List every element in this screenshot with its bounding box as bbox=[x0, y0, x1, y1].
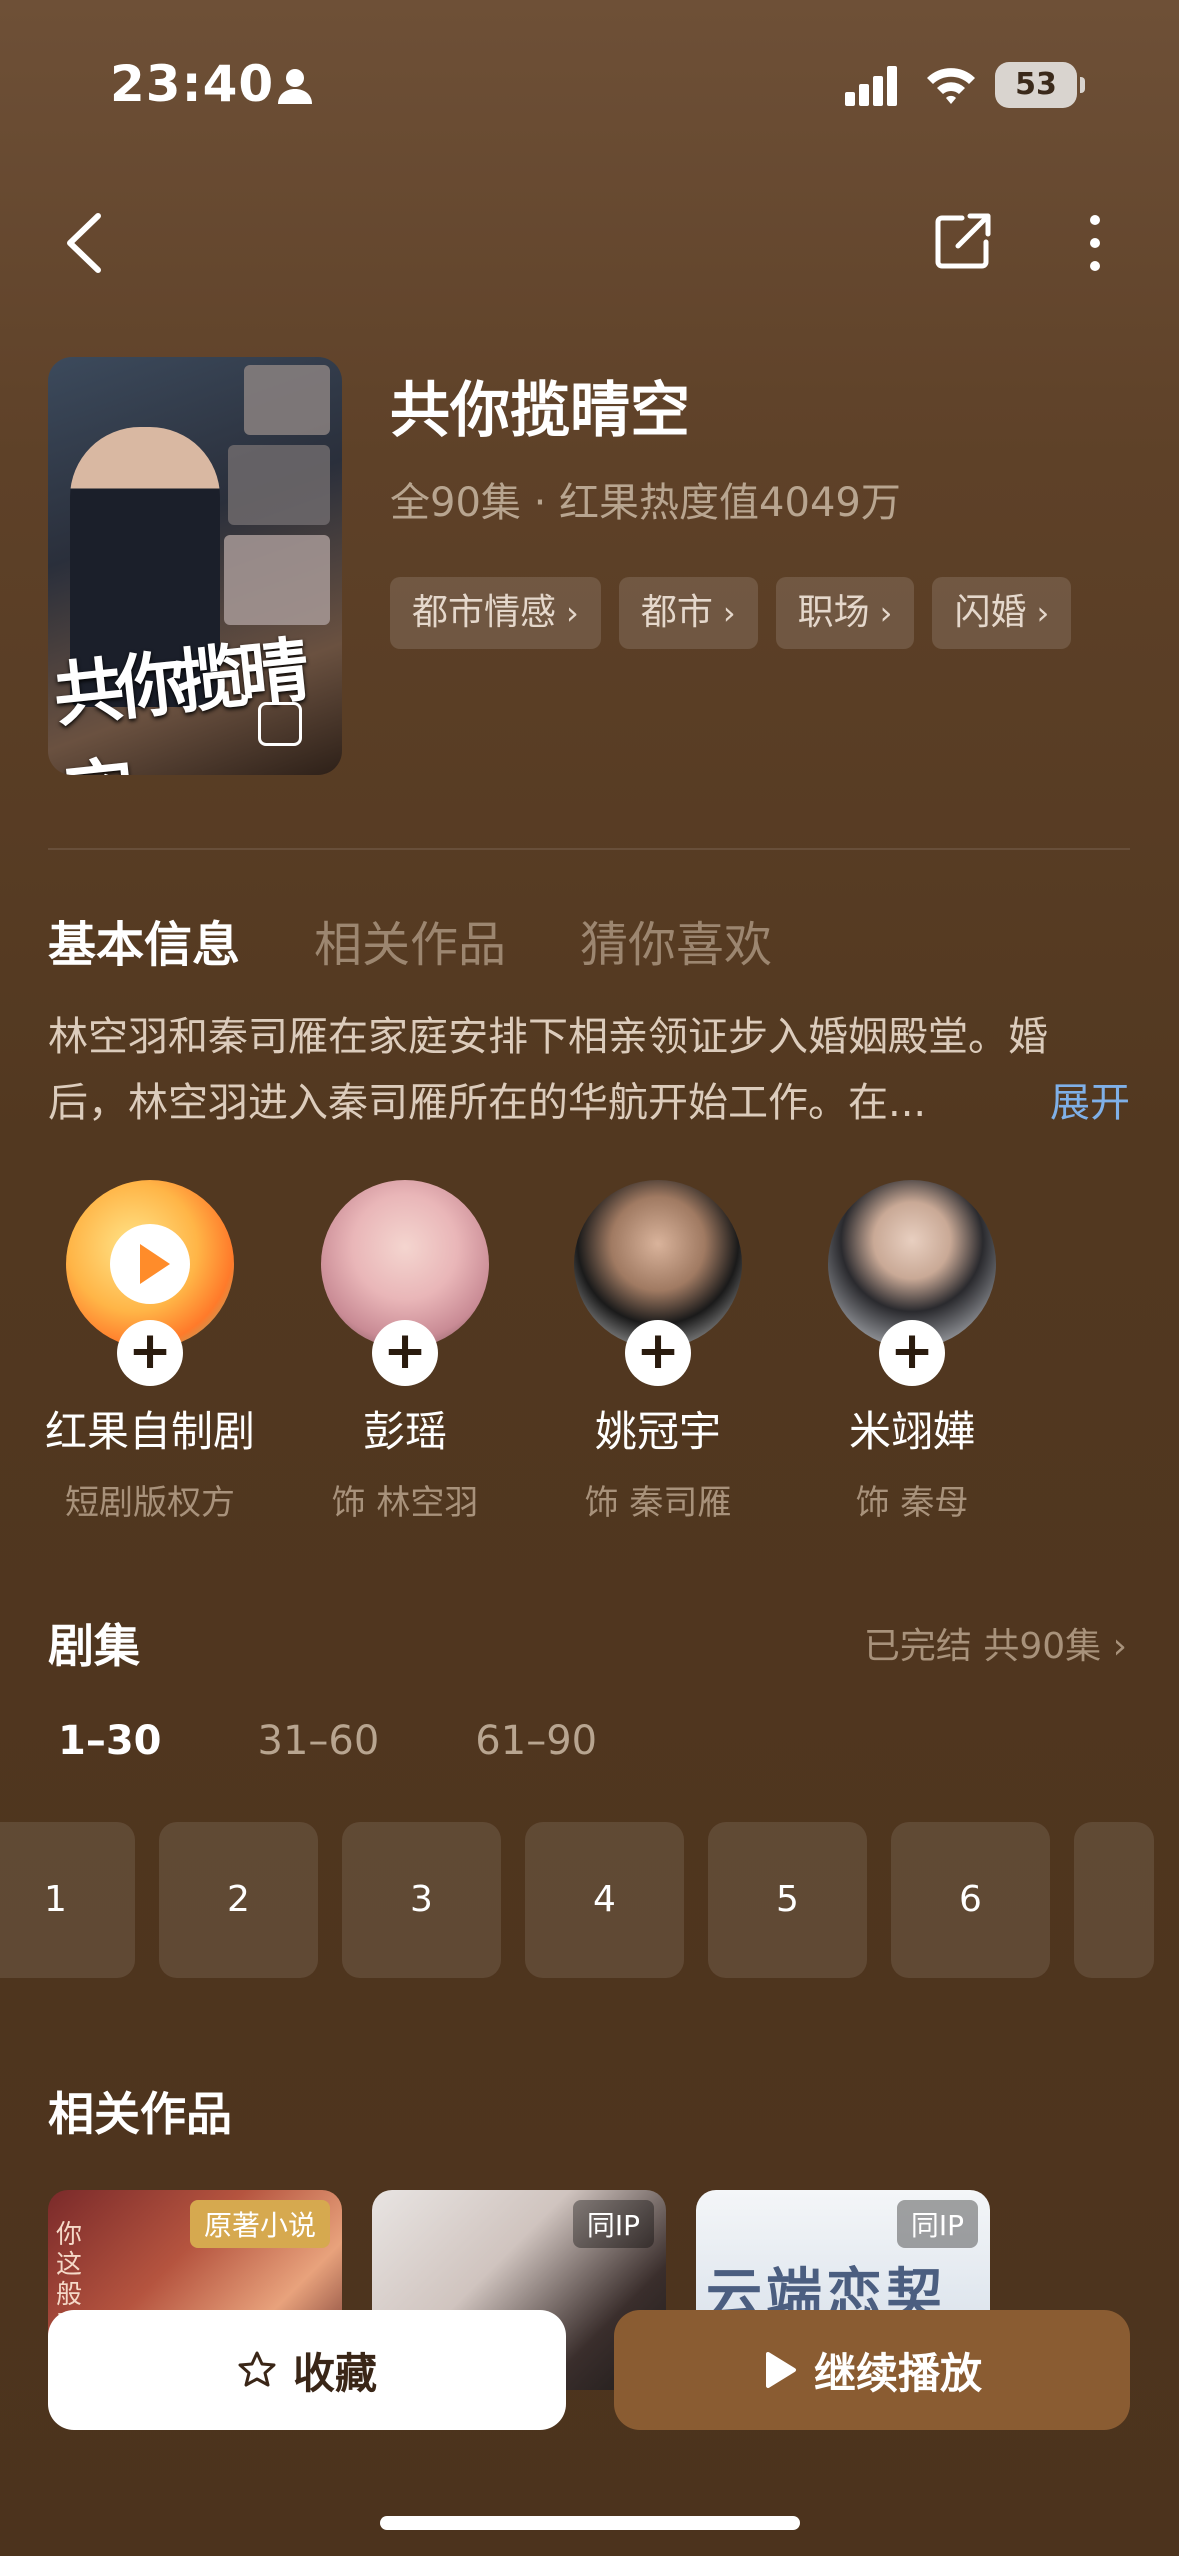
divider bbox=[48, 848, 1130, 850]
chevron-right-icon: › bbox=[879, 594, 893, 632]
tag-chip[interactable]: 都市 › bbox=[618, 577, 758, 649]
poster-panel bbox=[244, 365, 330, 435]
cast-role: 饰 秦司雁 bbox=[584, 1483, 732, 1523]
tag-label: 职场 bbox=[797, 592, 870, 633]
poster-panel bbox=[228, 445, 330, 525]
episode-button[interactable]: 5 bbox=[708, 1822, 867, 1978]
tag-label: 都市 bbox=[640, 592, 713, 633]
synopsis-line: 林空羽和秦司雁在家庭安排下相亲领证步入婚姻殿堂。婚 bbox=[48, 1014, 1048, 1060]
status-time: 23:40 bbox=[110, 55, 275, 113]
person-icon bbox=[278, 69, 312, 104]
home-indicator[interactable] bbox=[380, 2516, 800, 2530]
follow-plus-icon[interactable]: + bbox=[879, 1320, 945, 1386]
cast-list: + 红果自制剧 短剧版权方 + 彭瑶 饰 林空羽 + 姚冠宇 饰 秦司雁 + 米… bbox=[40, 1180, 1090, 1523]
related-badge: 同IP bbox=[896, 2200, 978, 2248]
tag-chip[interactable]: 都市情感 › bbox=[390, 577, 601, 649]
related-heading: 相关作品 bbox=[48, 2087, 232, 2141]
share-icon[interactable] bbox=[932, 210, 994, 272]
episode-grid: 1 2 3 4 5 6 bbox=[0, 1822, 1154, 1978]
battery-indicator: 53 bbox=[995, 62, 1085, 108]
tab-basic-info[interactable]: 基本信息 bbox=[48, 905, 240, 975]
episode-button[interactable]: 6 bbox=[891, 1822, 1050, 1978]
cast-role: 饰 秦母 bbox=[855, 1483, 969, 1523]
more-options-icon[interactable] bbox=[1080, 212, 1110, 274]
episode-range-tabs: 1–30 31–60 61–90 bbox=[58, 1718, 597, 1764]
tag-label: 都市情感 bbox=[412, 592, 557, 633]
show-meta: 全90集 · 红果热度值4049万 bbox=[390, 480, 901, 526]
cast-card[interactable]: + 米翊嬅 饰 秦母 bbox=[802, 1180, 1022, 1524]
episode-button[interactable]: 1 bbox=[0, 1822, 135, 1978]
tag-list: 都市情感 › 都市 › 职场 › 闪婚 › bbox=[390, 577, 1072, 649]
follow-plus-icon[interactable]: + bbox=[625, 1320, 691, 1386]
chevron-right-icon: › bbox=[722, 594, 736, 632]
tag-chip[interactable]: 闪婚 › bbox=[932, 577, 1072, 649]
cast-name: 姚冠宇 bbox=[594, 1407, 721, 1456]
cellular-signal-icon bbox=[845, 66, 897, 106]
related-badge: 同IP bbox=[572, 2200, 654, 2248]
favorite-label: 收藏 bbox=[292, 2348, 377, 2398]
play-logo-icon bbox=[110, 1224, 190, 1304]
cast-name: 米翊嬅 bbox=[848, 1407, 975, 1456]
tab-related-works[interactable]: 相关作品 bbox=[314, 905, 506, 975]
favorite-button[interactable]: 收藏 bbox=[48, 2310, 566, 2430]
synopsis: 林空羽和秦司雁在家庭安排下相亲领证步入婚姻殿堂。婚 后，林空羽进入秦司雁所在的华… bbox=[48, 1004, 1130, 1136]
range-tab[interactable]: 31–60 bbox=[258, 1718, 380, 1764]
episodes-heading: 剧集 bbox=[48, 1619, 140, 1673]
back-chevron-icon[interactable] bbox=[62, 210, 106, 276]
cast-card[interactable]: + 姚冠宇 饰 秦司雁 bbox=[548, 1180, 768, 1524]
episode-button[interactable]: 3 bbox=[342, 1822, 501, 1978]
cast-role: 饰 林空羽 bbox=[331, 1483, 479, 1523]
image-badge-icon bbox=[258, 702, 302, 746]
follow-plus-icon[interactable]: + bbox=[117, 1320, 183, 1386]
tag-chip[interactable]: 职场 › bbox=[775, 577, 915, 649]
star-icon bbox=[238, 2351, 276, 2387]
tag-label: 闪婚 bbox=[954, 592, 1027, 633]
cast-name: 红果自制剧 bbox=[44, 1407, 255, 1456]
wifi-icon bbox=[927, 68, 975, 104]
follow-plus-icon[interactable]: + bbox=[372, 1320, 438, 1386]
episode-button[interactable]: 4 bbox=[525, 1822, 684, 1978]
cast-card[interactable]: + 彭瑶 饰 林空羽 bbox=[295, 1180, 515, 1524]
range-tab[interactable]: 61–90 bbox=[475, 1718, 597, 1764]
show-title: 共你揽晴空 bbox=[390, 376, 690, 446]
cast-card[interactable]: + 红果自制剧 短剧版权方 bbox=[40, 1180, 260, 1524]
synopsis-line: 后，林空羽进入秦司雁所在的华航开始工作。在... bbox=[48, 1080, 927, 1126]
section-tabs: 基本信息 相关作品 猜你喜欢 bbox=[48, 905, 772, 975]
episode-button[interactable]: 2 bbox=[159, 1822, 318, 1978]
poster-title: 共你揽晴空 bbox=[49, 628, 306, 775]
episodes-status-link[interactable]: 已完结 共90集 › bbox=[864, 1617, 1127, 1669]
continue-label: 继续播放 bbox=[813, 2348, 982, 2398]
tab-recommendations[interactable]: 猜你喜欢 bbox=[580, 905, 772, 975]
related-badge: 原著小说 bbox=[189, 2200, 330, 2248]
chevron-right-icon: › bbox=[1036, 594, 1050, 632]
episodes-status: 已完结 共90集 bbox=[863, 1626, 1102, 1667]
range-tab[interactable]: 1–30 bbox=[58, 1718, 162, 1764]
drama-poster[interactable]: 共你揽晴空 bbox=[48, 357, 342, 775]
cast-name: 彭瑶 bbox=[362, 1407, 447, 1456]
episode-button-partial[interactable] bbox=[1074, 1822, 1154, 1978]
chevron-right-icon: › bbox=[1112, 1626, 1127, 1667]
continue-play-button[interactable]: 继续播放 bbox=[614, 2310, 1130, 2430]
chevron-right-icon: › bbox=[566, 594, 579, 632]
cast-role: 短剧版权方 bbox=[65, 1483, 235, 1523]
expand-link[interactable]: 展开 bbox=[1050, 1070, 1130, 1136]
play-icon bbox=[765, 2352, 796, 2388]
